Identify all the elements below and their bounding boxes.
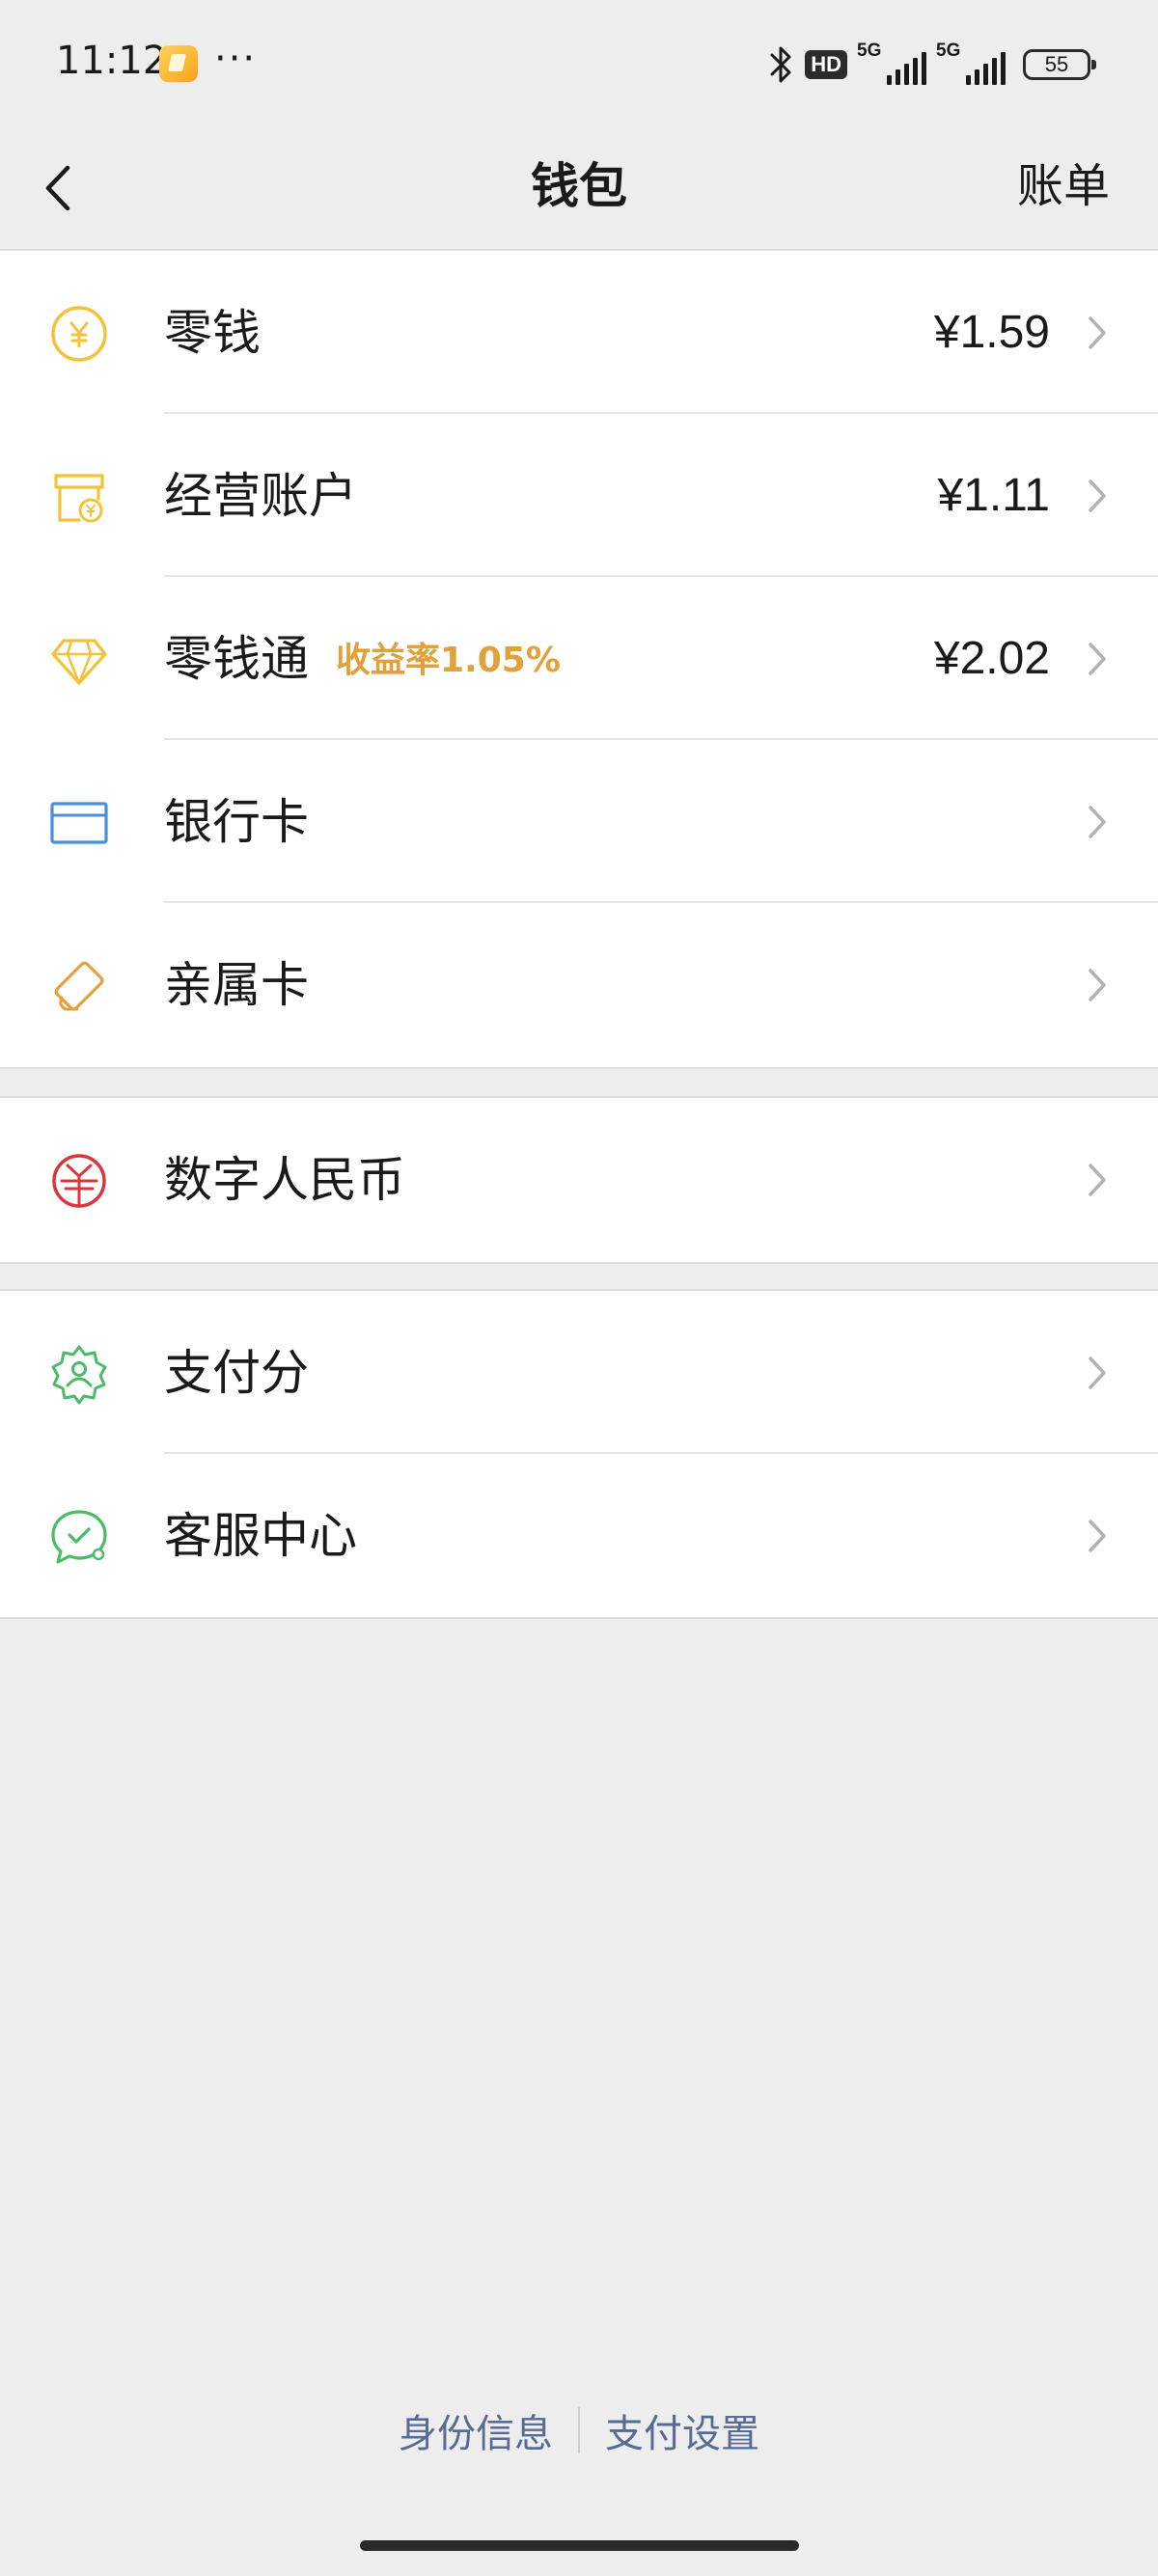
list-item-label: 客服中心	[164, 1508, 357, 1564]
list-item-label: 经营账户	[164, 468, 357, 524]
wallet-group-balances: 零钱 ¥1.59 经营账户 ¥1.11 零钱通 收益率1.05% ¥2.02 银…	[0, 251, 1158, 1069]
list-item-business-account[interactable]: 经营账户 ¥1.11	[0, 414, 1158, 577]
list-item-label: 零钱通	[164, 631, 309, 687]
chevron-right-icon	[1089, 1357, 1106, 1389]
hd-voice-badge: HD	[805, 50, 847, 79]
list-item-change[interactable]: 零钱 ¥1.59	[0, 251, 1158, 414]
list-item-label: 亲属卡	[164, 957, 309, 1013]
list-item-digital-rmb[interactable]: 数字人民币	[0, 1098, 1158, 1261]
bluetooth-icon	[770, 46, 791, 83]
navigation-bar: 钱包 账单	[0, 127, 1158, 251]
chevron-right-icon	[1089, 316, 1106, 349]
chevron-right-icon	[1089, 806, 1106, 838]
footer-links: 身份信息 支付设置	[0, 2402, 1158, 2458]
diamond-icon	[51, 639, 107, 685]
notes-app-icon	[159, 45, 198, 82]
list-item-lingqiantong[interactable]: 零钱通 收益率1.05% ¥2.02	[0, 577, 1158, 740]
payment-settings-link[interactable]: 支付设置	[605, 2402, 759, 2458]
list-item-bank-card[interactable]: 银行卡	[0, 740, 1158, 903]
family-card-icon	[54, 961, 104, 1011]
balance-value: ¥1.11	[937, 470, 1050, 521]
list-item-label: 数字人民币	[164, 1152, 405, 1208]
list-item-label: 支付分	[164, 1345, 309, 1401]
identity-info-link[interactable]: 身份信息	[399, 2402, 553, 2458]
list-item-customer-service[interactable]: 客服中心	[0, 1454, 1158, 1617]
battery-icon: 55	[1023, 49, 1096, 80]
chevron-right-icon	[1089, 969, 1106, 1001]
status-bar: 11:12 ··· HD 5G 5G 55	[0, 0, 1158, 127]
bill-button[interactable]: 账单	[1017, 152, 1110, 220]
list-item-label: 零钱	[164, 305, 261, 361]
bank-card-icon	[50, 802, 108, 844]
page-title: 钱包	[531, 158, 627, 214]
customer-service-icon	[51, 1510, 107, 1564]
chevron-right-icon	[1089, 643, 1106, 675]
chevron-right-icon	[1089, 1164, 1106, 1196]
status-time: 11:12	[56, 39, 168, 83]
chevron-right-icon	[1089, 1520, 1106, 1552]
business-shop-icon	[54, 474, 104, 523]
list-item-pay-score[interactable]: 支付分	[0, 1291, 1158, 1454]
signal-strength-sim2-icon: 5G	[936, 41, 1006, 87]
signal-strength-sim1-icon: 5G	[857, 41, 926, 87]
status-indicators: HD 5G 5G 55	[766, 41, 1096, 89]
yield-rate-tag: 收益率1.05%	[336, 641, 561, 680]
list-item-label: 银行卡	[164, 794, 309, 850]
balance-value: ¥1.59	[933, 307, 1050, 358]
more-notifications-icon: ···	[214, 37, 258, 81]
digital-rmb-icon	[52, 1154, 106, 1208]
yuan-coin-icon	[51, 306, 107, 362]
wallet-group-services: 支付分 客服中心	[0, 1289, 1158, 1619]
balance-value: ¥2.02	[933, 633, 1050, 684]
sim2-network-label: 5G	[936, 41, 961, 61]
battery-level: 55	[1044, 52, 1069, 76]
pay-score-icon	[51, 1345, 107, 1405]
sim1-network-label: 5G	[857, 41, 882, 61]
footer-divider	[578, 2407, 580, 2453]
home-indicator[interactable]	[360, 2540, 799, 2551]
list-item-family-card[interactable]: 亲属卡	[0, 903, 1158, 1066]
wallet-group-digital-rmb: 数字人民币	[0, 1096, 1158, 1264]
chevron-right-icon	[1089, 480, 1106, 512]
